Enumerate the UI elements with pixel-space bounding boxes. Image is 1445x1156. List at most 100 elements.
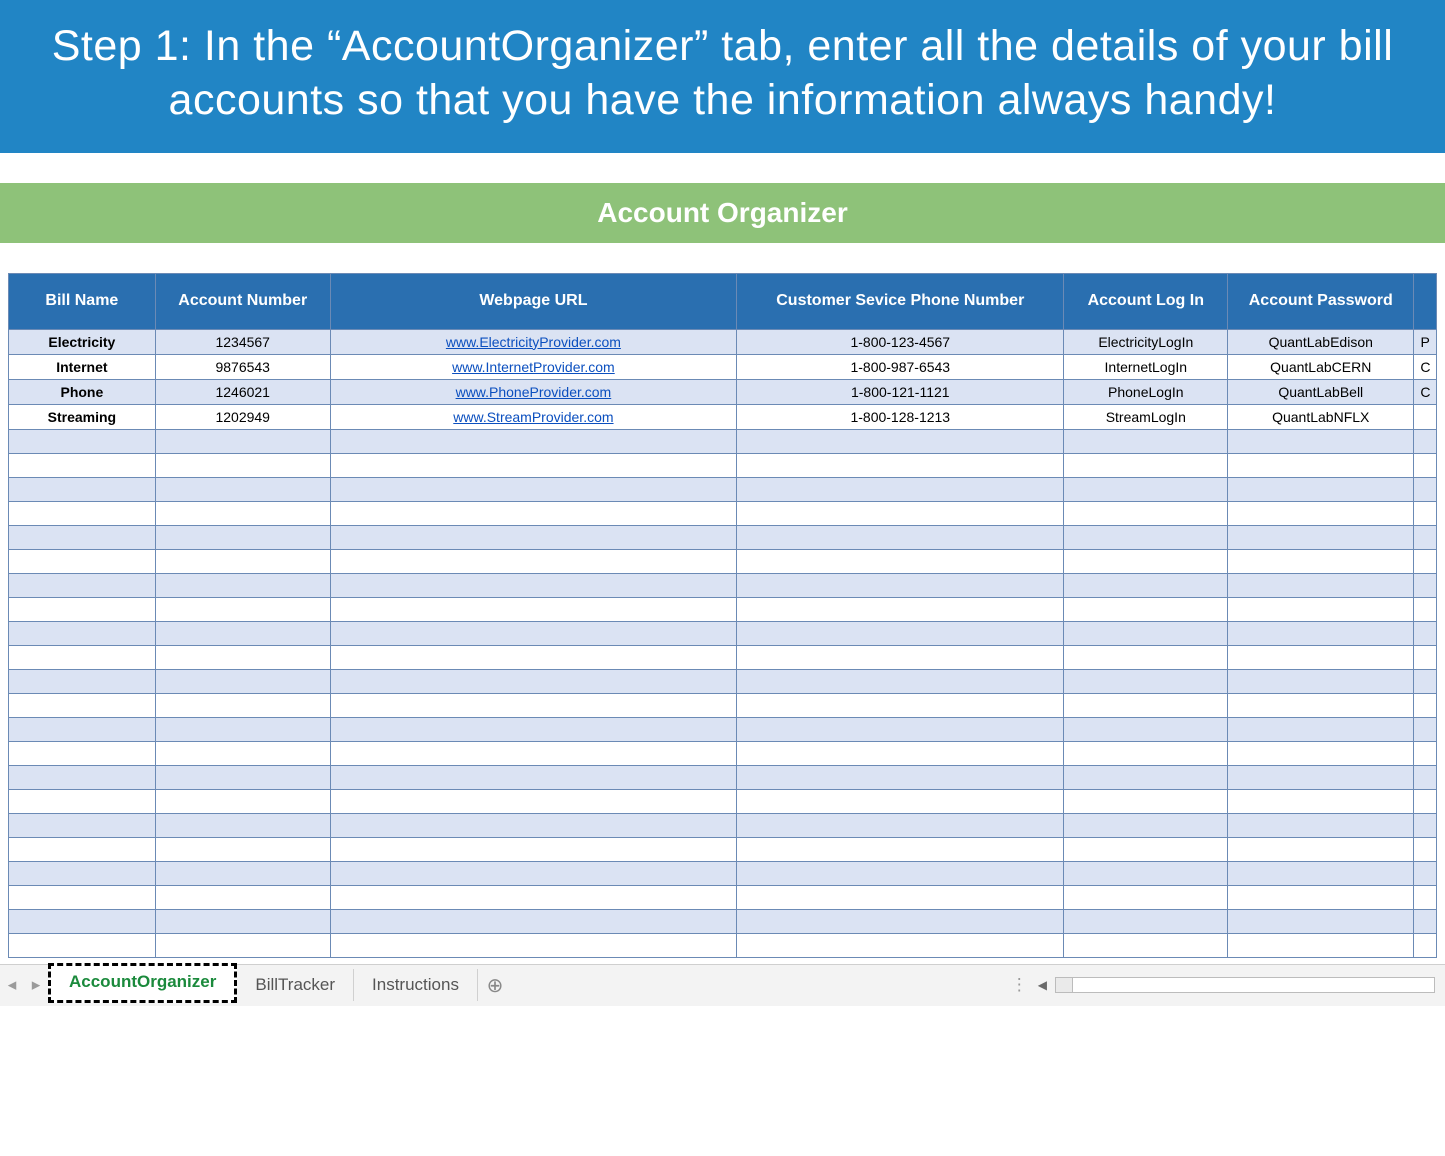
empty-cell[interactable] — [1228, 837, 1414, 861]
empty-cell[interactable] — [1414, 789, 1437, 813]
empty-cell[interactable] — [155, 525, 330, 549]
empty-cell[interactable] — [1414, 429, 1437, 453]
horizontal-scrollbar[interactable] — [1055, 977, 1435, 993]
empty-cell[interactable] — [1064, 477, 1228, 501]
table-row[interactable] — [9, 597, 1437, 621]
empty-cell[interactable] — [1414, 501, 1437, 525]
empty-cell[interactable] — [737, 453, 1064, 477]
cell-bill-name[interactable]: Internet — [9, 354, 156, 379]
empty-cell[interactable] — [155, 741, 330, 765]
sheet-tab-accountorganizer[interactable]: AccountOrganizer — [48, 963, 237, 1003]
table-row[interactable] — [9, 693, 1437, 717]
empty-cell[interactable] — [9, 813, 156, 837]
empty-cell[interactable] — [1064, 501, 1228, 525]
empty-cell[interactable] — [330, 573, 736, 597]
cell-password[interactable]: QuantLabEdison — [1228, 329, 1414, 354]
empty-cell[interactable] — [9, 765, 156, 789]
cell-password[interactable]: QuantLabCERN — [1228, 354, 1414, 379]
empty-cell[interactable] — [1228, 453, 1414, 477]
empty-cell[interactable] — [737, 741, 1064, 765]
empty-cell[interactable] — [9, 717, 156, 741]
empty-cell[interactable] — [1228, 813, 1414, 837]
empty-cell[interactable] — [9, 741, 156, 765]
empty-cell[interactable] — [9, 453, 156, 477]
empty-cell[interactable] — [155, 453, 330, 477]
empty-cell[interactable] — [1064, 453, 1228, 477]
cell-login[interactable]: InternetLogIn — [1064, 354, 1228, 379]
cell-password[interactable]: QuantLabBell — [1228, 379, 1414, 404]
empty-cell[interactable] — [1064, 525, 1228, 549]
empty-cell[interactable] — [1228, 477, 1414, 501]
empty-cell[interactable] — [1228, 645, 1414, 669]
empty-cell[interactable] — [1228, 909, 1414, 933]
table-row[interactable] — [9, 765, 1437, 789]
empty-cell[interactable] — [330, 429, 736, 453]
empty-cell[interactable] — [155, 909, 330, 933]
table-row[interactable] — [9, 453, 1437, 477]
empty-cell[interactable] — [1414, 885, 1437, 909]
empty-cell[interactable] — [737, 645, 1064, 669]
cell-extra[interactable]: C — [1414, 379, 1437, 404]
empty-cell[interactable] — [155, 885, 330, 909]
empty-cell[interactable] — [1228, 549, 1414, 573]
empty-cell[interactable] — [330, 765, 736, 789]
empty-cell[interactable] — [155, 477, 330, 501]
table-row[interactable] — [9, 933, 1437, 957]
table-row[interactable] — [9, 477, 1437, 501]
table-row[interactable]: Electricity1234567www.ElectricityProvide… — [9, 329, 1437, 354]
empty-cell[interactable] — [737, 837, 1064, 861]
empty-cell[interactable] — [1414, 477, 1437, 501]
empty-cell[interactable] — [737, 885, 1064, 909]
empty-cell[interactable] — [1414, 717, 1437, 741]
empty-cell[interactable] — [330, 861, 736, 885]
empty-cell[interactable] — [9, 909, 156, 933]
table-row[interactable] — [9, 645, 1437, 669]
empty-cell[interactable] — [1228, 933, 1414, 957]
sheet-tab-billtracker[interactable]: BillTracker — [237, 969, 354, 1001]
empty-cell[interactable] — [9, 693, 156, 717]
cell-extra[interactable] — [1414, 404, 1437, 429]
empty-cell[interactable] — [330, 621, 736, 645]
table-row[interactable] — [9, 837, 1437, 861]
empty-cell[interactable] — [1228, 621, 1414, 645]
table-row[interactable] — [9, 573, 1437, 597]
empty-cell[interactable] — [1414, 669, 1437, 693]
empty-cell[interactable] — [9, 789, 156, 813]
empty-cell[interactable] — [155, 597, 330, 621]
table-row[interactable] — [9, 501, 1437, 525]
cell-account-number[interactable]: 1202949 — [155, 404, 330, 429]
empty-cell[interactable] — [1228, 573, 1414, 597]
empty-cell[interactable] — [737, 597, 1064, 621]
empty-cell[interactable] — [1064, 693, 1228, 717]
empty-cell[interactable] — [155, 549, 330, 573]
empty-cell[interactable] — [155, 861, 330, 885]
empty-cell[interactable] — [1414, 909, 1437, 933]
empty-cell[interactable] — [1414, 621, 1437, 645]
empty-cell[interactable] — [330, 453, 736, 477]
empty-cell[interactable] — [1414, 933, 1437, 957]
cell-login[interactable]: StreamLogIn — [1064, 404, 1228, 429]
empty-cell[interactable] — [737, 573, 1064, 597]
empty-cell[interactable] — [155, 933, 330, 957]
empty-cell[interactable] — [9, 477, 156, 501]
tab-nav-prev-icon[interactable]: ◂ — [0, 975, 24, 995]
empty-cell[interactable] — [737, 717, 1064, 741]
empty-cell[interactable] — [1414, 693, 1437, 717]
provider-link[interactable]: www.InternetProvider.com — [452, 359, 615, 375]
cell-url[interactable]: www.InternetProvider.com — [330, 354, 736, 379]
empty-cell[interactable] — [1064, 909, 1228, 933]
empty-cell[interactable] — [737, 669, 1064, 693]
empty-cell[interactable] — [1064, 429, 1228, 453]
table-row[interactable]: Internet9876543www.InternetProvider.com1… — [9, 354, 1437, 379]
table-row[interactable]: Streaming1202949www.StreamProvider.com1-… — [9, 404, 1437, 429]
empty-cell[interactable] — [155, 429, 330, 453]
provider-link[interactable]: www.ElectricityProvider.com — [446, 334, 621, 350]
empty-cell[interactable] — [155, 573, 330, 597]
empty-cell[interactable] — [9, 621, 156, 645]
provider-link[interactable]: www.StreamProvider.com — [453, 409, 613, 425]
empty-cell[interactable] — [1414, 837, 1437, 861]
empty-cell[interactable] — [155, 837, 330, 861]
empty-cell[interactable] — [1064, 837, 1228, 861]
add-sheet-button[interactable]: ⊕ — [478, 973, 512, 998]
empty-cell[interactable] — [9, 933, 156, 957]
